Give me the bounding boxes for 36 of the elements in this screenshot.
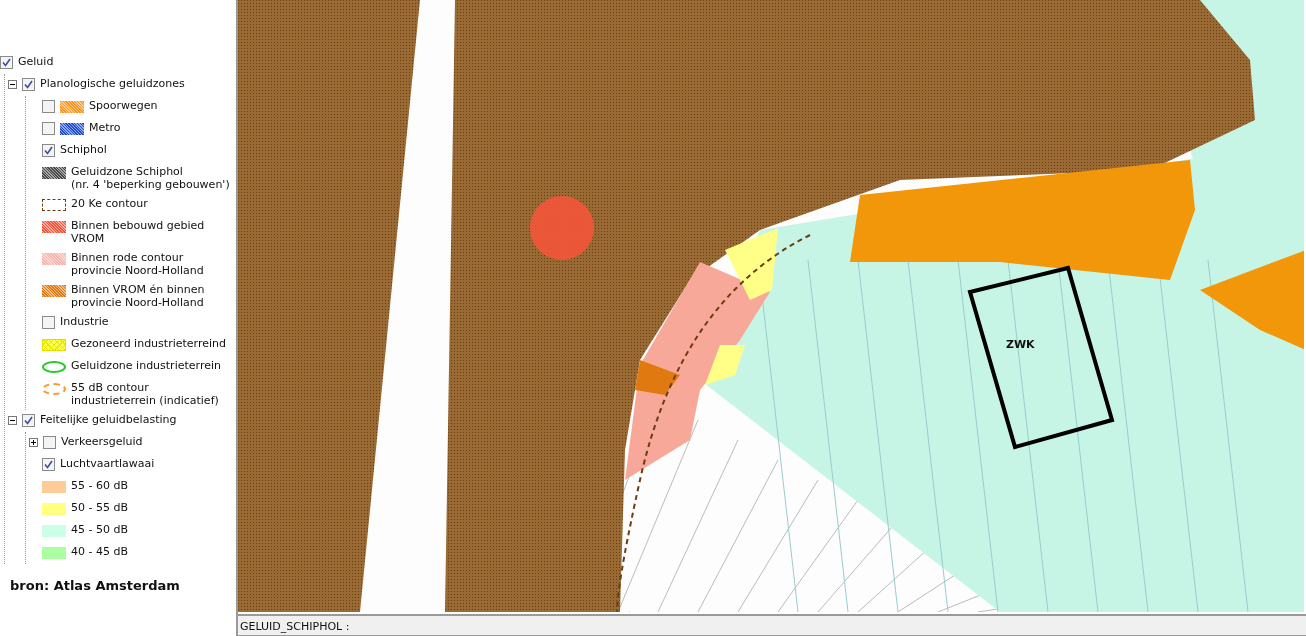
map-label: ZWK [1006,338,1035,351]
layer-label: Luchtvaartlawaai [60,457,155,470]
checkbox[interactable] [42,458,55,471]
legend-label: 45 - 50 dB [71,523,128,536]
status-bar: GELUID_SCHIPHOL : [238,614,1306,636]
legend-label: Geluidzone industrieterrein [71,359,221,372]
legend-label: 55 dB contour industrieterrein (indicatief) [71,381,219,407]
collapse-icon[interactable] [8,80,17,89]
legend-label: 40 - 45 dB [71,545,128,558]
checkbox[interactable] [43,436,56,449]
layer-label: Metro [89,121,121,134]
expand-icon[interactable] [29,438,38,447]
layer-label: Schiphol [60,143,107,156]
checkbox[interactable] [42,144,55,157]
legend-label: 20 Ke contour [71,197,148,210]
checkbox[interactable] [0,56,13,69]
checkbox[interactable] [22,414,35,427]
source-note: bron: Atlas Amsterdam [9,577,181,593]
legend-label: Binnen VROM én binnen provincie Noord-Holland [71,283,205,309]
checkbox[interactable] [42,122,55,135]
legend-label: 50 - 55 dB [71,501,128,514]
checkbox[interactable] [42,100,55,113]
layer-label: Geluid [18,55,54,68]
layer-label: Feitelijke geluidbelasting [40,413,177,426]
legend-label: Binnen bebouwd gebied VROM [71,219,205,245]
layer-label: Industrie [60,315,109,328]
legend-label: Binnen rode contour provincie Noord-Holland [71,251,204,277]
layer-label: Verkeersgeluid [61,435,143,448]
checkbox[interactable] [42,316,55,329]
layer-label: Planologische geluidzones [40,77,185,90]
checkbox[interactable] [22,78,35,91]
legend-label: 55 - 60 dB [71,479,128,492]
collapse-icon[interactable] [8,416,17,425]
legend-label: Geluidzone Schiphol (nr. 4 'beperking gebouwen') [71,165,230,191]
legend-label: Gezoneerd industrieterreind [71,337,226,350]
layer-label: Spoorwegen [89,99,158,112]
